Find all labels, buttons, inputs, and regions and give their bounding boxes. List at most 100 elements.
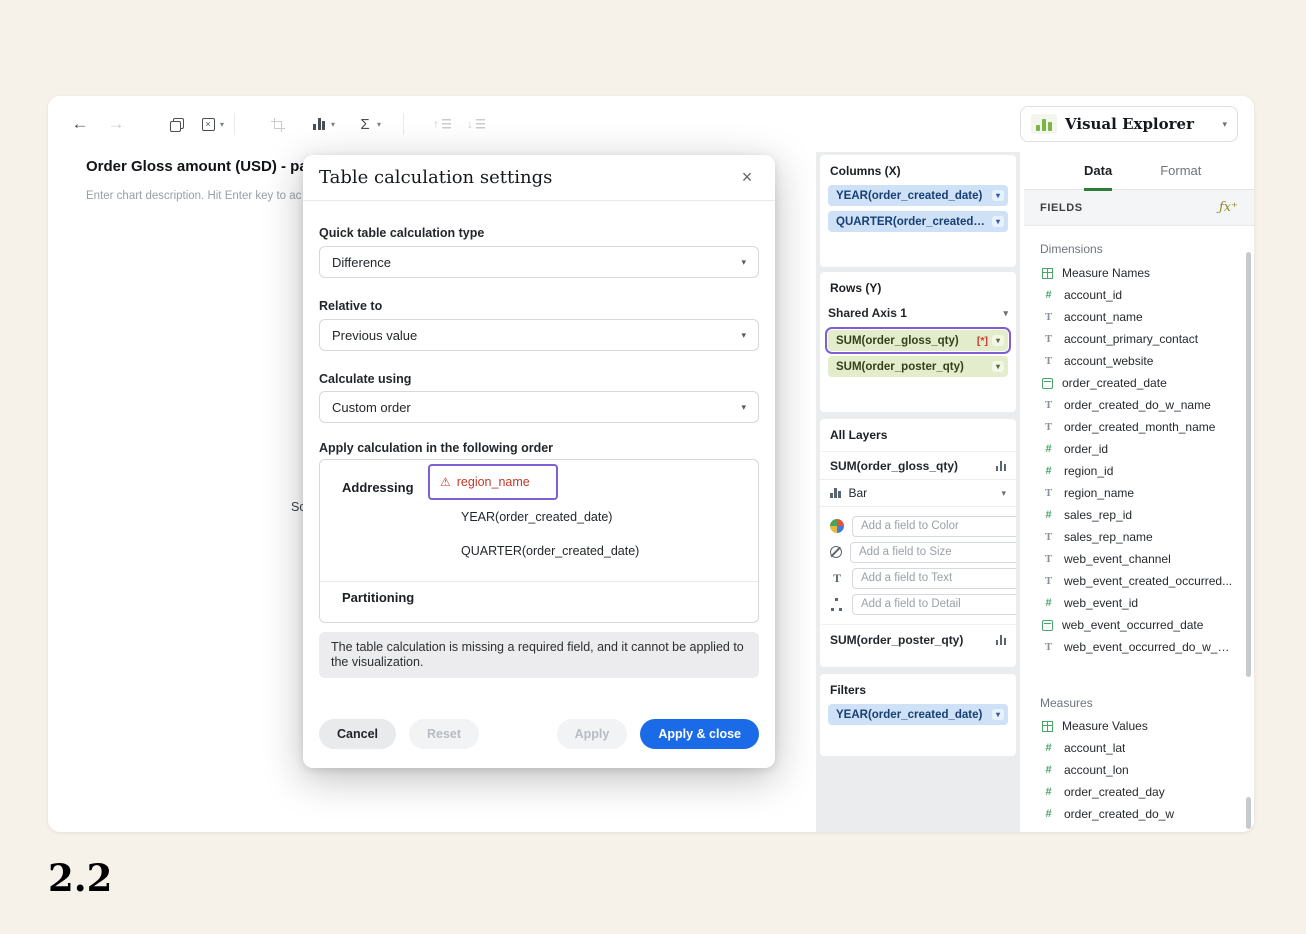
field-item[interactable]: web_event_occurred_date — [1024, 614, 1254, 636]
toolbar: ← → × ▾ ▾ Σ ▾ ↑ ↓ Visual Explorer ▾ — [48, 96, 1254, 152]
fields-header: FIELDS ƒx⁺ — [1024, 190, 1254, 226]
dialog-title: Table calculation settings — [319, 167, 735, 188]
pill-caret-icon[interactable]: ▾ — [992, 190, 1004, 201]
field-item[interactable]: T account_name — [1024, 306, 1254, 328]
duplicate-element-icon[interactable] — [162, 110, 190, 138]
field-item[interactable]: T account_primary_contact — [1024, 328, 1254, 350]
shared-axis-selector[interactable]: Shared Axis 1 ▾ — [820, 302, 1016, 324]
sort-descending-icon[interactable]: ↓ — [462, 110, 490, 138]
pill-sum-order-poster-qty[interactable]: SUM(order_poster_qty) ▾ — [828, 356, 1008, 377]
field-item[interactable]: T order_created_do_w_name — [1024, 394, 1254, 416]
columns-shelf: Columns (X) YEAR(order_created_date) ▾ Q… — [820, 155, 1016, 267]
reset-button[interactable]: Reset — [409, 719, 479, 749]
pill-caret-icon[interactable]: ▾ — [992, 216, 1004, 227]
aggregate-caret-icon[interactable]: ▾ — [377, 120, 381, 129]
field-item[interactable]: # account_lat — [1024, 737, 1254, 759]
pill-sum-order-gloss-qty[interactable]: SUM(order_gloss_qty) [*] ▾ — [828, 330, 1008, 351]
pill-quarter-order-created-date[interactable]: QUARTER(order_created_...) ▾ — [828, 211, 1008, 232]
field-item[interactable]: # web_event_id — [1024, 592, 1254, 614]
panel-tabbar: Data Format — [1024, 152, 1254, 190]
field-type-icon: # — [1042, 809, 1055, 820]
sort-ascending-icon[interactable]: ↑ — [428, 110, 456, 138]
field-item[interactable]: order_created_date — [1024, 372, 1254, 394]
cancel-button[interactable]: Cancel — [319, 719, 396, 749]
field-item[interactable]: Measure Values — [1024, 715, 1254, 737]
chart-type-select-caret-icon: ▾ — [1001, 488, 1006, 499]
detail-field-input[interactable] — [852, 594, 1016, 615]
delete-element-icon[interactable]: × — [194, 110, 222, 138]
aggregate-sigma-icon[interactable]: Σ — [351, 110, 379, 138]
addressing-item-quarter[interactable]: QUARTER(order_created_date) — [428, 534, 639, 568]
field-item[interactable]: T web_event_channel — [1024, 548, 1254, 570]
bar-chart-icon — [996, 461, 1007, 471]
field-type-icon: # — [1042, 466, 1055, 477]
field-type-icon: T — [1042, 532, 1055, 543]
field-item[interactable]: T web_event_created_occurred... — [1024, 570, 1254, 592]
close-icon[interactable]: × — [735, 167, 759, 188]
field-type-icon: T — [1042, 312, 1055, 323]
crop-icon[interactable] — [263, 110, 291, 138]
color-field-input[interactable] — [852, 516, 1016, 537]
missing-field-marker: [*] — [977, 335, 988, 347]
forward-icon[interactable]: → — [102, 110, 130, 138]
text-field-input[interactable] — [852, 568, 1016, 589]
relative-to-select[interactable]: Previous value ▾ — [319, 319, 759, 351]
layer-sum-order-gloss-qty[interactable]: SUM(order_gloss_qty) — [820, 451, 1016, 479]
layer-sum-order-poster-qty[interactable]: SUM(order_poster_qty) — [820, 624, 1016, 654]
field-item[interactable]: # order_created_day — [1024, 781, 1254, 803]
field-item[interactable]: # region_id — [1024, 460, 1254, 482]
app-window: ← → × ▾ ▾ Σ ▾ ↑ ↓ Visual Explorer ▾ Orde… — [48, 96, 1254, 832]
size-field-input[interactable] — [850, 542, 1016, 563]
bar-chart-icon — [830, 488, 841, 498]
chart-type-caret-icon[interactable]: ▾ — [331, 120, 335, 129]
field-item[interactable]: # account_lon — [1024, 759, 1254, 781]
fields-panel: Data Format FIELDS ƒx⁺ Dimensions Measur… — [1024, 152, 1254, 832]
chart-type-icon[interactable] — [305, 110, 333, 138]
filter-pill-year-order-created-date[interactable]: YEAR(order_created_date) ▾ — [828, 704, 1008, 725]
field-item[interactable]: # order_id — [1024, 438, 1254, 460]
field-item[interactable]: T web_event_occurred_do_w_na... — [1024, 636, 1254, 658]
apply-and-close-button[interactable]: Apply & close — [640, 719, 759, 749]
add-formula-icon[interactable]: ƒx⁺ — [1219, 200, 1238, 215]
dialog-footer: Cancel Reset Apply Apply & close — [319, 719, 759, 749]
field-item[interactable]: # account_id — [1024, 284, 1254, 306]
select-caret-icon: ▾ — [741, 402, 746, 413]
field-type-icon: T — [1042, 488, 1055, 499]
quick-type-label: Quick table calculation type — [319, 226, 759, 242]
measures-label: Measures — [1040, 696, 1093, 710]
field-item[interactable]: T region_name — [1024, 482, 1254, 504]
tab-format[interactable]: Format — [1160, 153, 1201, 188]
chart-description-placeholder[interactable]: Enter chart description. Hit Enter key t… — [86, 190, 301, 202]
calculate-using-select[interactable]: Custom order ▾ — [319, 391, 759, 423]
visual-explorer-label: Visual Explorer — [1065, 115, 1222, 133]
field-type-icon: # — [1042, 787, 1055, 798]
element-menu-caret-icon[interactable]: ▾ — [220, 120, 224, 129]
field-type-icon: T — [1042, 576, 1055, 587]
field-item[interactable]: # sales_rep_id — [1024, 504, 1254, 526]
pill-caret-icon[interactable]: ▾ — [992, 361, 1004, 372]
chart-type-select[interactable]: Bar ▾ — [820, 479, 1016, 507]
field-item[interactable]: T sales_rep_name — [1024, 526, 1254, 548]
chart-title[interactable]: Order Gloss amount (USD) - pane — [86, 158, 325, 175]
rows-shelf-title: Rows (Y) — [820, 272, 1016, 302]
field-item[interactable]: Measure Names — [1024, 262, 1254, 284]
pill-caret-icon[interactable]: ▾ — [992, 709, 1004, 720]
field-item[interactable]: T account_website — [1024, 350, 1254, 372]
field-item[interactable]: # order_created_do_w — [1024, 803, 1254, 825]
pill-caret-icon[interactable]: ▾ — [992, 335, 1004, 346]
tab-data[interactable]: Data — [1084, 153, 1112, 191]
scrollbar-thumb[interactable] — [1246, 252, 1251, 677]
quick-type-select[interactable]: Difference ▾ — [319, 246, 759, 278]
field-type-icon: # — [1042, 510, 1055, 521]
shelf-column: Columns (X) YEAR(order_created_date) ▾ Q… — [816, 152, 1020, 832]
field-item[interactable]: T order_created_month_name — [1024, 416, 1254, 438]
back-icon[interactable]: ← — [66, 110, 94, 138]
addressing-item-region-name[interactable]: ⚠ region_name — [428, 464, 558, 500]
apply-button[interactable]: Apply — [557, 719, 628, 749]
detail-shelf — [820, 591, 1016, 617]
pill-year-order-created-date[interactable]: YEAR(order_created_date) ▾ — [828, 185, 1008, 206]
scrollbar-thumb-bottom[interactable] — [1246, 797, 1251, 829]
visual-explorer-selector[interactable]: Visual Explorer ▾ — [1020, 106, 1238, 142]
field-type-icon: T — [1042, 422, 1055, 433]
addressing-item-year[interactable]: YEAR(order_created_date) — [428, 500, 639, 534]
